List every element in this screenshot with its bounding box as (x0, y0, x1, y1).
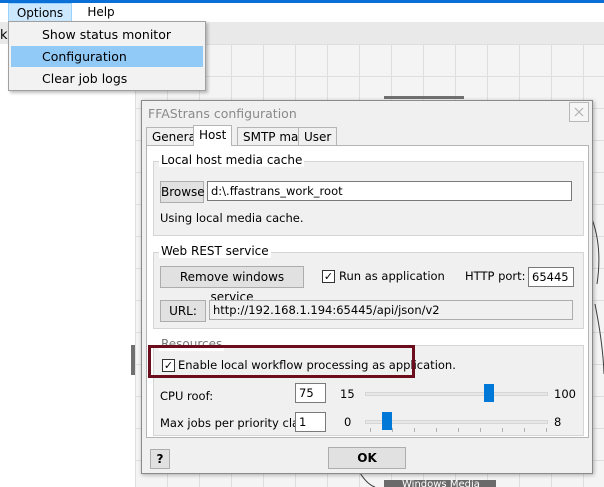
slider-tick (480, 428, 481, 432)
http-port-label: HTTP port: (465, 269, 526, 283)
menu-help[interactable]: Help (78, 3, 124, 22)
configuration-dialog: FFAStrans configuration General Host SMT… (141, 100, 593, 474)
browse-button[interactable]: Browse (160, 181, 205, 203)
run-as-application-checkbox[interactable]: ✓ (322, 270, 335, 283)
http-port-input[interactable]: 65445 (528, 267, 574, 287)
left-panel (0, 44, 136, 487)
slider-tick (370, 428, 371, 432)
cpu-roof-input[interactable]: 75 (295, 383, 326, 403)
panel-splitter[interactable] (131, 345, 135, 375)
ok-button[interactable]: OK (328, 447, 406, 469)
cpu-roof-min: 15 (340, 387, 355, 401)
slider-tick (414, 428, 415, 432)
run-as-application-label: Run as application (339, 269, 445, 283)
menu-item-configuration[interactable]: Configuration (11, 46, 203, 67)
slider-tick (392, 428, 393, 432)
rest-service-group: Web REST service Remove windows service … (153, 244, 584, 329)
partial-label: k (0, 28, 8, 43)
tab-host[interactable]: Host (193, 125, 233, 146)
max-jobs-input[interactable]: 1 (295, 412, 326, 432)
close-button[interactable] (569, 102, 589, 122)
cpu-roof-slider-thumb[interactable] (484, 384, 494, 402)
max-jobs-max: 8 (554, 415, 562, 429)
rest-url-field[interactable]: http://192.168.1.194:65445/api/json/v2 (209, 300, 573, 320)
max-jobs-slider-track[interactable] (365, 420, 548, 424)
cache-status-text: Using local media cache. (160, 211, 304, 225)
slider-tick (502, 428, 503, 432)
highlight-annotation (148, 345, 415, 378)
menu-item-show-status-monitor[interactable]: Show status monitor (11, 24, 203, 45)
url-button[interactable]: URL: (160, 300, 206, 322)
close-icon (574, 107, 584, 117)
menu-options[interactable]: Options (8, 3, 72, 22)
slider-tick (524, 428, 525, 432)
canvas-node[interactable]: Windows Media (384, 480, 496, 487)
remove-windows-service-button[interactable]: Remove windows service (160, 266, 304, 304)
options-dropdown: Show status monitor Configuration Clear … (8, 21, 206, 91)
local-cache-group: Local host media cache Browse d:\.ffastr… (153, 153, 584, 236)
slider-tick (458, 428, 459, 432)
cache-path-input[interactable]: d:\.ffastrans_work_root (207, 181, 572, 201)
cpu-roof-label: CPU roof: (160, 389, 214, 403)
help-button[interactable]: ? (150, 449, 170, 469)
max-jobs-label: Max jobs per priority class: (160, 416, 315, 430)
cpu-roof-slider-track[interactable] (365, 392, 548, 396)
local-cache-title: Local host media cache (159, 153, 305, 167)
slider-tick (436, 428, 437, 432)
slider-tick (546, 428, 547, 432)
dialog-title: FFAStrans configuration (148, 106, 297, 121)
max-jobs-min: 0 (344, 415, 352, 429)
menu-item-clear-job-logs[interactable]: Clear job logs (11, 68, 203, 89)
cpu-roof-max: 100 (554, 387, 576, 401)
check-icon: ✓ (323, 270, 334, 283)
rest-service-title: Web REST service (159, 244, 271, 258)
max-jobs-slider-thumb[interactable] (382, 412, 392, 430)
host-tab-panel: Local host media cache Browse d:\.ffastr… (146, 145, 589, 438)
tab-user[interactable]: User (298, 127, 338, 146)
